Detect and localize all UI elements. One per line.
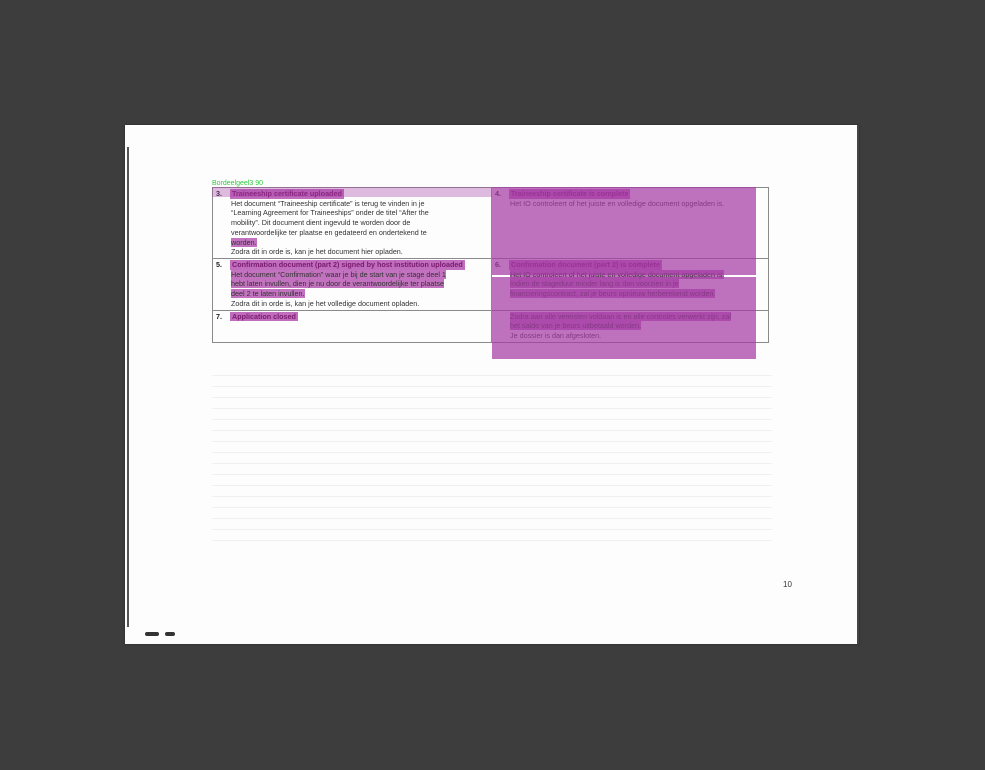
step-3-number: 3. — [216, 189, 222, 198]
step-7-number: 7. — [216, 311, 222, 321]
step-7-title: Application closed — [230, 311, 298, 322]
closing-line: Je dossier is dan afgesloten. — [510, 331, 602, 341]
step-3-line: Het document “Traineeship certificate” i… — [231, 198, 425, 208]
step-6-number: 6. — [495, 260, 501, 270]
page-number: 10 — [783, 580, 792, 589]
step-5-line: deel 2 te laten invullen. — [231, 289, 305, 299]
step-4-title: Traineeship certificate is complete — [509, 189, 631, 199]
step-3-body: Het document “Traineeship certificate” i… — [216, 199, 488, 257]
step-3-cell: 3. Traineeship certificate uploaded Het d… — [212, 186, 492, 260]
step-5-number: 5. — [216, 260, 222, 270]
step-6-body: Het IO controleert of het juiste en voll… — [495, 269, 765, 299]
step-3-title: Traineeship certificate uploaded — [230, 189, 344, 199]
closing-line: Zodra aan alle vereisten voldaan is en a… — [510, 311, 731, 321]
step-6-cell: 6. Confirmation document (part 2) is comp… — [491, 258, 769, 311]
annotation-label: Bordeelgeel3 90 — [212, 180, 263, 187]
page-edge-right — [857, 125, 859, 644]
faint-bleedthrough — [212, 375, 772, 551]
step-4-cell: 4. Traineeship certificate is complete He… — [491, 186, 769, 260]
table-row: 7. Application closed Zodra aan alle vere… — [212, 309, 769, 343]
step-6-line: Het IO controleert of het juiste en voll… — [510, 269, 725, 279]
closing-cell: Zodra aan alle vereisten voldaan is en a… — [491, 309, 769, 343]
scanned-page: Bordeelgeel3 90 3. Traineeship certificat… — [125, 125, 859, 644]
step-3-line: worden. — [231, 237, 257, 247]
step-6-line: Indien de stageduur minder lang is dan v… — [510, 279, 679, 289]
step-3-line: mobility”. Dit document dient ingevuld t… — [231, 218, 411, 228]
step-4-line: Het IO controleert of het juiste en voll… — [510, 198, 725, 208]
table-row: 5. Confirmation document (part 2) signed … — [212, 258, 769, 311]
step-4-body: Het IO controleert of het juiste en voll… — [495, 199, 765, 209]
closing-body: Zodra aan alle vereisten voldaan is en a… — [495, 311, 765, 341]
step-5-line: hebt laten invullen, dien je nu door de … — [231, 279, 444, 289]
step-5-line: Het document “Confirmation” waar je bij … — [231, 269, 446, 279]
step-3-line: Zodra dit in orde is, kan je het documen… — [231, 247, 403, 257]
steps-table: 3. Traineeship certificate uploaded Het d… — [212, 186, 769, 343]
step-5-title: Confirmation document (part 2) signed by… — [230, 260, 465, 270]
table-row: 3. Traineeship certificate uploaded Het d… — [212, 186, 769, 260]
closing-line: het saldo van je beurs uitbetaald worden… — [510, 321, 642, 331]
step-5-body: Het document “Confirmation” waar je bij … — [216, 269, 488, 309]
step-5-cell: 5. Confirmation document (part 2) signed … — [212, 258, 492, 311]
step-3-line: verantwoordelijke ter plaatse en gedatee… — [231, 227, 427, 237]
step-6-line: financieringscontract, zal je beurs opni… — [510, 289, 716, 299]
step-4-number: 4. — [495, 189, 501, 198]
step-3-line: “Learning Agreement for Traineeships” on… — [231, 208, 429, 218]
page-edge-left — [127, 147, 129, 627]
step-6-title: Confirmation document (part 2) is comple… — [509, 260, 662, 270]
scan-smudge — [145, 623, 185, 636]
step-5-line: Zodra dit in orde is, kan je het volledi… — [231, 298, 420, 308]
step-7-cell: 7. Application closed — [212, 309, 492, 343]
